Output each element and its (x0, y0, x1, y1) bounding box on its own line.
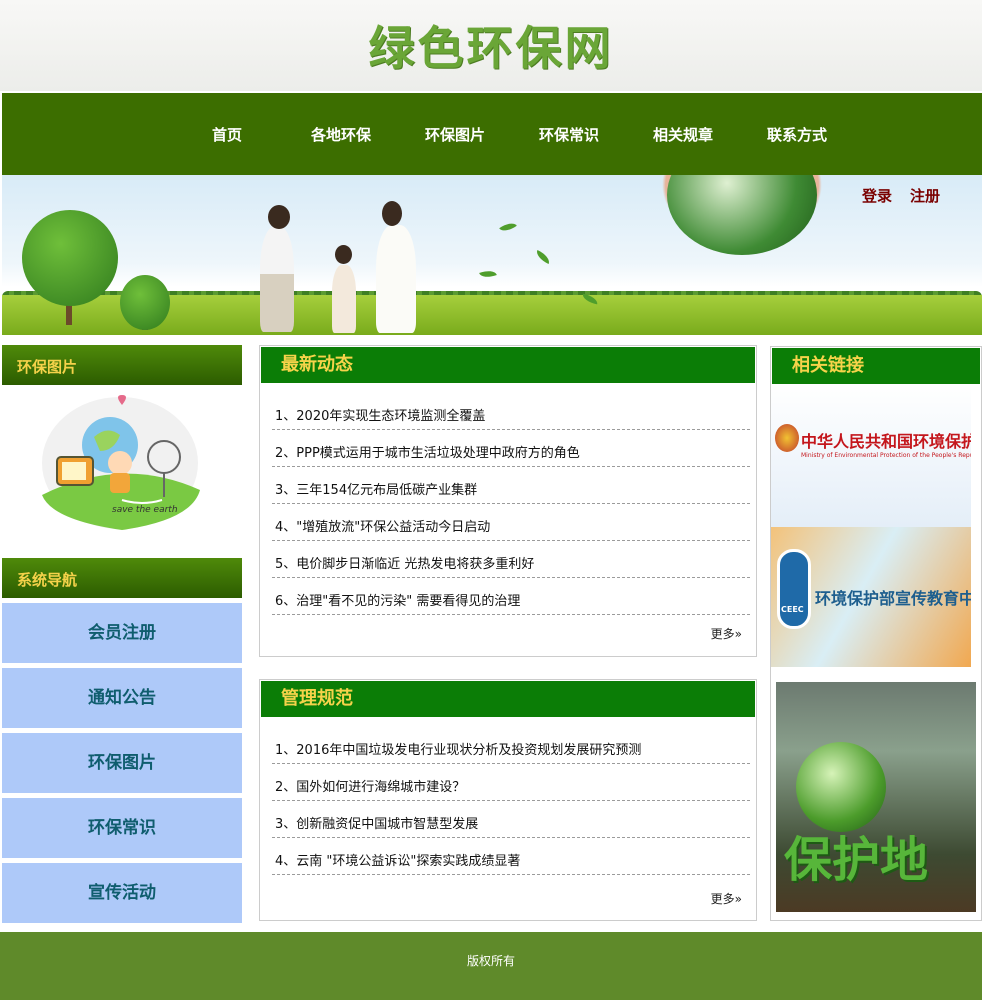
link-poster[interactable]: 保护地 (776, 682, 976, 912)
menu-member-register[interactable]: 会员注册 (2, 603, 242, 663)
mother-head (382, 201, 402, 226)
sidebar-photos-title: 环保图片 (2, 345, 242, 385)
menu-photos[interactable]: 环保图片 (2, 733, 242, 793)
login-link[interactable]: 登录 (862, 185, 892, 206)
latest-news-panel: 最新动态 1、2020年实现生态环境监测全覆盖 2、PPP模式运用于城市生活垃圾… (259, 345, 757, 657)
news-item[interactable]: 4、"增殖放流"环保公益活动今日启动 (272, 504, 750, 541)
hero-banner: 登录 注册 (2, 175, 982, 335)
news-item[interactable]: 5、电价脚步日渐临近 光热发电将获多重利好 (272, 541, 750, 578)
mep-name-cn: 中华人民共和国环境保护部 (801, 432, 971, 451)
cepc-name: 环境保护部宣传教育中心 (815, 589, 971, 608)
link-mep[interactable]: 中华人民共和国环境保护部 Ministry of Environmental P… (771, 384, 971, 527)
news-item[interactable]: 3、三年154亿元布局低碳产业集群 (272, 467, 750, 504)
leaf-icon (534, 249, 552, 265)
tree-icon (120, 275, 170, 330)
regulations-panel: 管理规范 1、2016年中国垃圾发电行业现状分析及投资规划发展研究预测 2、国外… (259, 679, 757, 921)
site-footer: 版权所有 (0, 932, 982, 1000)
regulations-title: 管理规范 (261, 681, 755, 717)
register-link[interactable]: 注册 (910, 185, 940, 206)
main-nav: 首页 各地环保 环保图片 环保常识 相关规章 联系方式 (2, 93, 982, 175)
cepc-logo-icon (777, 549, 811, 629)
nav-item-regulations[interactable]: 相关规章 (638, 93, 728, 175)
menu-campaigns[interactable]: 宣传活动 (2, 863, 242, 923)
news-item[interactable]: 6、治理"看不见的污染" 需要看得见的治理 (272, 578, 750, 615)
regulations-more-link[interactable]: 更多» (711, 890, 742, 907)
leaf-icon (499, 219, 517, 235)
related-links-title: 相关链接 (772, 348, 980, 384)
father-figure (260, 227, 294, 332)
nav-item-knowledge[interactable]: 环保常识 (524, 93, 614, 175)
copyright-text: 版权所有 (466, 954, 515, 968)
green-globe-icon (796, 742, 886, 832)
site-header: 绿色环保网 (0, 0, 982, 91)
regulation-item[interactable]: 1、2016年中国垃圾发电行业现状分析及投资规划发展研究预测 (272, 727, 750, 764)
site-logo[interactable]: 绿色环保网 (0, 12, 982, 78)
menu-knowledge[interactable]: 环保常识 (2, 798, 242, 858)
latest-more-link[interactable]: 更多» (711, 625, 742, 642)
news-item[interactable]: 2、PPP模式运用于城市生活垃圾处理中政府方的角色 (272, 430, 750, 467)
save-earth-illustration (42, 395, 200, 530)
nav-item-regional[interactable]: 各地环保 (296, 93, 386, 175)
national-emblem-icon (775, 424, 799, 452)
father-head (268, 205, 290, 229)
link-cepc[interactable]: CEEC 环境保护部宣传教育中心 (771, 527, 971, 667)
tree-icon (22, 210, 118, 306)
leaf-icon (479, 267, 497, 281)
nav-item-home[interactable]: 首页 (182, 93, 272, 175)
sidebar-nav-title: 系统导航 (2, 558, 242, 598)
child-head (335, 245, 352, 264)
regulation-item[interactable]: 3、创新融资促中国城市智慧型发展 (272, 801, 750, 838)
mep-name-en: Ministry of Environmental Protection of … (801, 452, 971, 459)
related-links-panel: 相关链接 中华人民共和国环境保护部 Ministry of Environmen… (770, 346, 982, 921)
sidebar-photo[interactable]: save the earth (2, 385, 242, 545)
poster-text: 保护地 (784, 832, 929, 888)
nav-item-photos[interactable]: 环保图片 (410, 93, 500, 175)
regulation-item[interactable]: 4、云南 "环境公益诉讼"探索实践成绩显著 (272, 838, 750, 875)
news-item[interactable]: 1、2020年实现生态环境监测全覆盖 (272, 393, 750, 430)
menu-notices[interactable]: 通知公告 (2, 668, 242, 728)
child-figure (332, 265, 356, 333)
nav-item-contact[interactable]: 联系方式 (752, 93, 842, 175)
cepc-badge: CEEC (781, 605, 804, 614)
photo-caption: save the earth (112, 505, 178, 515)
latest-news-title: 最新动态 (261, 347, 755, 383)
regulation-item[interactable]: 2、国外如何进行海绵城市建设？ (272, 764, 750, 801)
mother-figure (376, 225, 416, 333)
